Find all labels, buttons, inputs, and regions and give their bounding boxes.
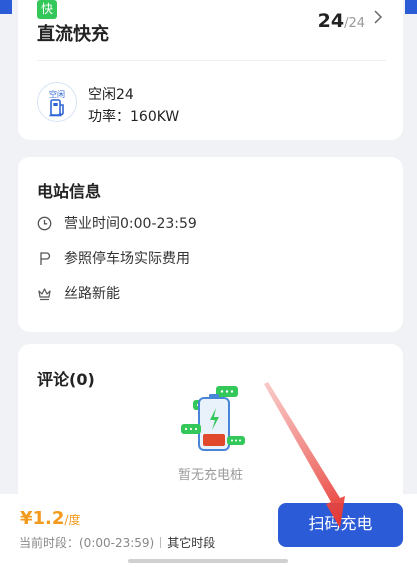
comments-title: 评论(0) [37,370,95,389]
operator-row: 丝路新能 [37,283,120,303]
period-separator [160,537,162,548]
price-unit: /度 [64,513,81,527]
total-number: /24 [344,16,365,31]
divider [37,60,386,61]
header-edge-right [405,0,417,14]
empty-charger-illustration-icon [181,386,245,451]
other-period-link[interactable]: 其它时段 [167,536,215,550]
fast-charge-card[interactable]: 快 直流快充 24/24 空闲 空闲24 功率：160KW [18,0,403,140]
pile-status-text: 空闲24 [88,87,134,103]
time-period-row: 当前时段：(0:00-23:59) 其它时段 [19,534,215,551]
price-value: ¥1.2 [20,508,65,529]
bottom-bar: ¥1.2/度 当前时段：(0:00-23:59) 其它时段 扫码充电 [0,494,417,567]
current-period-text: 当前时段：(0:00-23:59) [19,536,155,550]
parking-icon [40,251,51,265]
empty-state-text: 暂无充电桩 [177,468,243,483]
header-edge-left [0,0,12,14]
price-display: ¥1.2/度 [20,508,80,529]
station-info-title: 电站信息 [37,182,102,201]
business-hours-text: 营业时间0:00-23:59 [64,216,197,232]
home-indicator [128,559,288,563]
available-number: 24 [317,10,345,32]
station-info-card: 电站信息 营业时间0:00-23:59 参照停车场实际费用 丝路新能 [18,157,403,332]
fast-charge-title: 直流快充 [37,24,109,45]
comments-card: 评论(0) 暂无充电桩 [18,344,403,504]
pile-power-text: 功率：160KW [88,109,180,125]
parking-fee-text: 参照停车场实际费用 [64,251,190,267]
business-hours-row: 营业时间0:00-23:59 [37,213,197,233]
parking-fee-row: 参照停车场实际费用 [37,248,190,268]
clock-icon [37,216,52,230]
charging-pile-icon [49,99,64,117]
charger-status-icon: 空闲 [37,82,77,122]
scan-to-charge-button[interactable]: 扫码充电 [278,503,403,547]
operator-text: 丝路新能 [64,286,120,302]
fast-badge: 快 [37,0,57,19]
available-count: 24/24 [318,10,365,32]
chevron-right-icon[interactable] [371,10,385,24]
crown-icon [38,287,51,300]
